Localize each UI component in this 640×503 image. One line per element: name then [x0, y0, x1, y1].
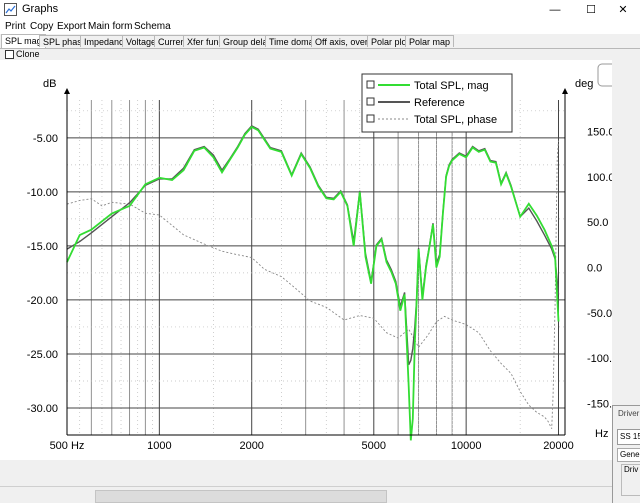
y-tick-label-right: -150.0 — [587, 398, 612, 410]
y-tick-label-right: 150.0 — [587, 127, 612, 139]
axis-layer: -5.00 -10.00 -15.00 -20.00 -25.00 -30.00 150.0… — [27, 78, 618, 452]
window-title: Graphs — [22, 3, 59, 15]
y-tick-label-left: -20.00 — [27, 295, 58, 307]
clone-row: Clone — [0, 48, 640, 60]
x-axis-unit-label: Hz — [595, 428, 608, 440]
x-tick-label: 5000 — [362, 440, 386, 452]
side-panel-title: Driver — [618, 409, 640, 418]
scrollbar-thumb[interactable] — [95, 490, 387, 503]
spl-chart: -5.00 -10.00 -15.00 -20.00 -25.00 -30.00 150.0… — [0, 60, 619, 460]
legend-checkbox[interactable] — [366, 114, 375, 123]
y-tick-label-left: -10.00 — [27, 187, 58, 199]
y-tick-label-right: 50.0 — [587, 217, 608, 229]
maximize-button[interactable]: ☐ — [574, 0, 608, 20]
graph-tab-bar: SPL mag SPL phase Impedance Voltage Curr… — [0, 34, 640, 49]
app-graph-icon — [4, 3, 17, 16]
window-titlebar: Graphs — ☐ ✕ — [0, 0, 640, 20]
close-button[interactable]: ✕ — [606, 0, 640, 20]
side-panel-driver-field[interactable]: SS 15 — [617, 429, 640, 445]
series-line — [66, 140, 559, 429]
y-tick-label-right: -50.0 — [587, 308, 612, 320]
menu-print[interactable]: Print — [5, 21, 26, 32]
driver-side-panel: Driver SS 15 Gene Driv — [612, 405, 640, 503]
x-tick-label: 500 Hz — [50, 440, 85, 452]
legend-checkbox[interactable] — [366, 80, 375, 89]
clone-label: Clone — [16, 49, 40, 59]
menu-export[interactable]: Export — [57, 21, 86, 32]
y-tick-label-left: -25.00 — [27, 349, 58, 361]
clone-checkbox[interactable] — [5, 50, 14, 59]
y-tick-label-left: -15.00 — [27, 241, 58, 253]
menu-copy[interactable]: Copy — [30, 21, 53, 32]
legend-checkbox[interactable] — [366, 97, 375, 106]
legend: Total SPL, mag Reference Total SPL, phase — [361, 63, 619, 133]
menu-main-form[interactable]: Main form — [88, 21, 132, 32]
side-panel-driver-group: Driv — [621, 464, 640, 496]
legend-entry-label: Total SPL, mag — [414, 80, 489, 92]
x-tick-label: 2000 — [239, 440, 263, 452]
y-tick-label-left: -5.00 — [33, 133, 58, 145]
legend-entry-label: Total SPL, phase — [414, 114, 497, 126]
x-tick-label: 20000 — [543, 440, 574, 452]
tab-polar-map[interactable]: Polar map — [405, 35, 455, 47]
horizontal-scrollbar[interactable] — [0, 486, 612, 503]
y-axis-label-left: dB — [43, 78, 56, 90]
chart-options-button[interactable] — [597, 63, 619, 87]
y-tick-label-left: -30.00 — [27, 403, 58, 415]
y-tick-label-right: -100.0 — [587, 353, 612, 365]
side-panel-general-tab[interactable]: Gene — [617, 448, 640, 462]
right-axis-arrow-icon — [562, 88, 568, 94]
y-axis-label-right: deg — [575, 78, 593, 90]
series-layer — [66, 125, 560, 441]
menu-bar: Print Copy Export Main form Schema — [0, 20, 640, 34]
y-tick-label-right: 0.0 — [587, 263, 602, 275]
grid-layer — [67, 100, 565, 435]
menu-schema[interactable]: Schema — [134, 21, 171, 32]
x-tick-label: 1000 — [147, 440, 171, 452]
y-tick-label-right: 100.0 — [587, 172, 612, 184]
legend-entry-label: Reference — [414, 97, 465, 109]
series-line — [66, 125, 560, 366]
minimize-button[interactable]: — — [538, 0, 572, 20]
left-axis-arrow-icon — [64, 88, 70, 94]
x-tick-label: 10000 — [451, 440, 482, 452]
spl-chart-svg: -5.00 -10.00 -15.00 -20.00 -25.00 -30.00 150.0… — [27, 63, 619, 452]
series-line — [66, 125, 560, 441]
